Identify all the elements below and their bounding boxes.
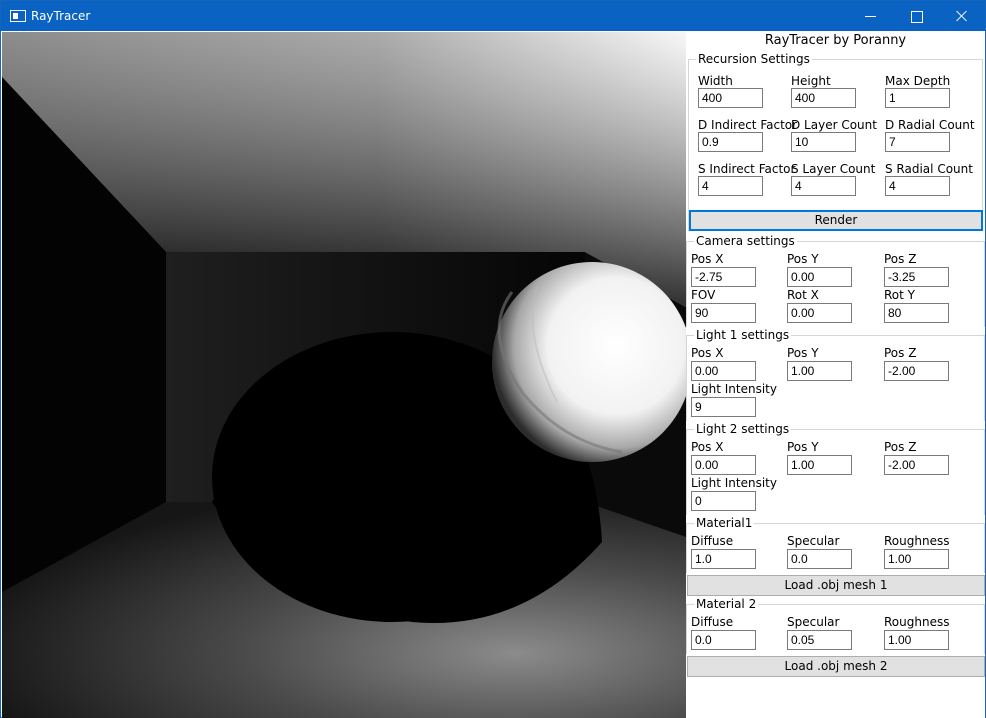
window-title: RayTracer: [31, 9, 91, 23]
material2-title: Material 2: [694, 597, 759, 611]
light1-pos-x-field[interactable]: 0.00: [691, 361, 756, 381]
material1-diffuse-label: Diffuse: [691, 534, 734, 548]
s-layer-count-label: S Layer Count: [791, 162, 876, 176]
width-label: Width: [698, 74, 733, 88]
material1-title: Material1: [694, 516, 755, 530]
light2-intensity-label: Light Intensity: [691, 476, 777, 490]
light2-pos-y-field[interactable]: 1.00: [787, 455, 852, 475]
light2-pos-x-field[interactable]: 0.00: [691, 455, 756, 475]
height-label: Height: [791, 74, 831, 88]
light2-pos-z-label: Pos Z: [884, 440, 917, 454]
minimize-button[interactable]: [847, 1, 893, 31]
material2-specular-field[interactable]: 0.05: [787, 630, 852, 650]
light1-intensity-field[interactable]: 9: [691, 397, 756, 417]
s-indirect-factor-field[interactable]: 4: [698, 176, 763, 196]
material1-group: Material1 Diffuse 1.0 Specular 0.0 Rough…: [686, 516, 985, 573]
camera-pos-x-label: Pos X: [691, 252, 724, 266]
light1-settings-group: Light 1 settings Pos X 0.00 Pos Y 1.00 P…: [686, 328, 985, 421]
material2-diffuse-label: Diffuse: [691, 615, 734, 629]
s-indirect-factor-label: S Indirect Factor: [698, 162, 796, 176]
max-depth-label: Max Depth: [885, 74, 951, 88]
light2-settings-title: Light 2 settings: [694, 422, 792, 436]
title-bar[interactable]: RayTracer: [1, 1, 985, 31]
material2-diffuse-field[interactable]: 0.0: [691, 630, 756, 650]
material1-diffuse-field[interactable]: 1.0: [691, 549, 756, 569]
recursion-settings-title: Recursion Settings: [696, 52, 812, 66]
s-radial-count-label: S Radial Count: [885, 162, 973, 176]
light2-pos-x-label: Pos X: [691, 440, 724, 454]
light1-pos-z-label: Pos Z: [884, 346, 917, 360]
settings-panel: RayTracer by Poranny Recursion Settings …: [686, 32, 985, 718]
material2-roughness-field[interactable]: 1.00: [884, 630, 949, 650]
width-field[interactable]: 400: [698, 88, 763, 108]
rot-x-label: Rot X: [787, 288, 819, 302]
d-layer-count-label: D Layer Count: [791, 118, 877, 132]
s-layer-count-field[interactable]: 4: [791, 176, 856, 196]
material1-roughness-field[interactable]: 1.00: [884, 549, 949, 569]
rot-y-label: Rot Y: [884, 288, 915, 302]
camera-pos-y-label: Pos Y: [787, 252, 819, 266]
material2-roughness-label: Roughness: [884, 615, 950, 629]
fov-label: FOV: [691, 288, 716, 302]
light2-pos-z-field[interactable]: -2.00: [884, 455, 949, 475]
light1-pos-y-label: Pos Y: [787, 346, 819, 360]
app-window: RayTracer RayTracer by Poranny Recursion…: [0, 0, 986, 718]
panel-heading: RayTracer by Poranny: [764, 33, 907, 48]
light1-intensity-label: Light Intensity: [691, 382, 777, 396]
light1-pos-y-field[interactable]: 1.00: [787, 361, 852, 381]
load-mesh2-button[interactable]: Load .obj mesh 2: [687, 656, 985, 677]
d-radial-count-label: D Radial Count: [885, 118, 975, 132]
recursion-settings-group: Recursion Settings Width 400 Height 400 …: [688, 52, 983, 231]
camera-pos-z-field[interactable]: -3.25: [884, 267, 949, 287]
camera-pos-y-field[interactable]: 0.00: [787, 267, 852, 287]
maximize-button[interactable]: [893, 1, 939, 31]
rot-x-field[interactable]: 0.00: [787, 303, 852, 323]
close-button[interactable]: [939, 1, 985, 31]
material1-specular-label: Specular: [787, 534, 840, 548]
render-viewport: [2, 32, 686, 718]
fov-field[interactable]: 90: [691, 303, 756, 323]
material2-specular-label: Specular: [787, 615, 840, 629]
camera-settings-group: Camera settings Pos X -2.75 Pos Y 0.00 P…: [686, 234, 985, 327]
rendered-scene: [2, 32, 686, 718]
light2-settings-group: Light 2 settings Pos X 0.00 Pos Y 1.00 P…: [686, 422, 985, 515]
load-mesh1-button[interactable]: Load .obj mesh 1: [687, 575, 985, 596]
material2-group: Material 2 Diffuse 0.0 Specular 0.05 Rou…: [686, 597, 985, 654]
camera-pos-z-label: Pos Z: [884, 252, 917, 266]
light2-pos-y-label: Pos Y: [787, 440, 819, 454]
s-radial-count-field[interactable]: 4: [885, 176, 950, 196]
light1-pos-z-field[interactable]: -2.00: [884, 361, 949, 381]
camera-pos-x-field[interactable]: -2.75: [691, 267, 756, 287]
camera-settings-title: Camera settings: [694, 234, 797, 248]
light1-settings-title: Light 1 settings: [694, 328, 792, 342]
app-icon: [10, 10, 26, 22]
d-layer-count-field[interactable]: 10: [791, 132, 856, 152]
material1-roughness-label: Roughness: [884, 534, 950, 548]
d-indirect-factor-field[interactable]: 0.9: [698, 132, 763, 152]
d-radial-count-field[interactable]: 7: [885, 132, 950, 152]
light1-pos-x-label: Pos X: [691, 346, 724, 360]
rot-y-field[interactable]: 80: [884, 303, 949, 323]
light2-intensity-field[interactable]: 0: [691, 491, 756, 511]
render-button[interactable]: Render: [689, 210, 983, 231]
d-indirect-factor-label: D Indirect Factor: [698, 118, 798, 132]
height-field[interactable]: 400: [791, 88, 856, 108]
material1-specular-field[interactable]: 0.0: [787, 549, 852, 569]
max-depth-field[interactable]: 1: [885, 88, 950, 108]
